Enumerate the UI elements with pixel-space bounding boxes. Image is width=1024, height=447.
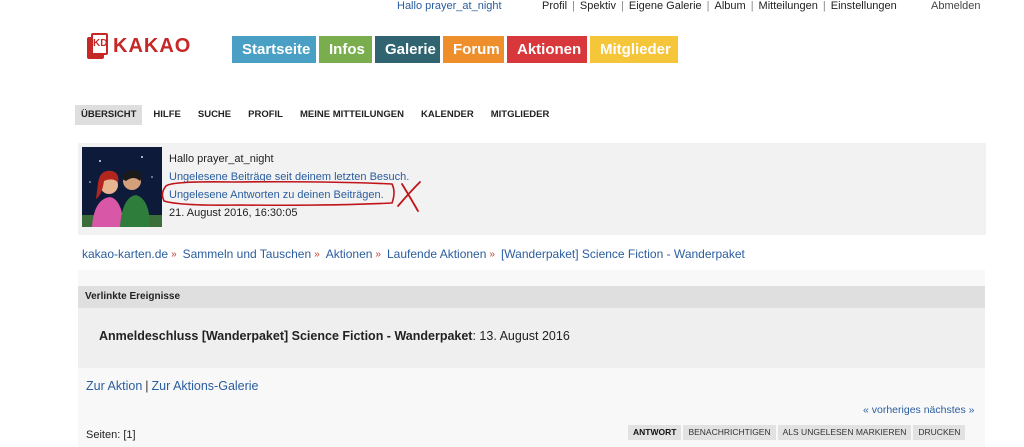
top-link-profil[interactable]: Profil (542, 0, 567, 12)
nav-tab-forum[interactable]: Forum (443, 36, 504, 63)
breadcrumb-arrow-icon: » (314, 249, 320, 260)
breadcrumb: kakao-karten.de » Sammeln und Tauschen »… (82, 247, 745, 262)
logo-text: KAKAO (113, 34, 192, 57)
breadcrumb-arrow-icon: » (171, 249, 177, 260)
separator: | (572, 0, 575, 12)
event-date: : 13. August 2016 (472, 329, 570, 343)
avatar[interactable] (82, 147, 162, 227)
breadcrumb-arrow-icon: » (375, 249, 381, 260)
previous-link[interactable]: « vorheriges (863, 404, 921, 416)
to-gallery-link[interactable]: Zur Aktions-Galerie (152, 379, 259, 393)
subnav-kalender[interactable]: Kalender (415, 105, 480, 125)
separator: | (621, 0, 624, 12)
nav-tab-aktionen[interactable]: Aktionen (507, 36, 587, 63)
next-link[interactable]: nächstes » (924, 404, 975, 416)
site-logo[interactable]: KD KAKAO (87, 33, 191, 59)
forum-sub-nav: Übersicht Hilfe Suche Profil Meine Mitte… (75, 105, 560, 125)
action-links: Zur Aktion | Zur Aktions-Galerie (86, 379, 259, 393)
print-button[interactable]: Drucken (913, 425, 966, 440)
unread-posts-link[interactable]: Ungelesene Beiträge seit deinem letzten … (169, 168, 409, 186)
current-datetime: 21. August 2016, 16:30:05 (169, 207, 298, 219)
topic-pager: « vorheriges nächstes » (863, 404, 975, 416)
user-panel-text: Hallo prayer_at_night Ungelesene Beiträg… (169, 150, 409, 222)
pagination: Seiten: [1] (86, 429, 136, 441)
nav-tab-galerie[interactable]: Galerie (375, 36, 440, 63)
separator: | (822, 0, 826, 12)
unread-replies-link[interactable]: Ungelesene Antworten zu deinen Beiträgen… (169, 186, 409, 204)
user-panel: Hallo prayer_at_night Ungelesene Beiträg… (78, 143, 986, 235)
avatar-illustration (82, 147, 162, 227)
event-title: Anmeldeschluss [Wanderpaket] Science Fic… (99, 329, 473, 343)
separator: | (706, 0, 710, 12)
linked-event-row: Anmeldeschluss [Wanderpaket] Science Fic… (78, 308, 985, 368)
current-page[interactable]: [1] (123, 429, 135, 441)
subnav-hilfe[interactable]: Hilfe (147, 105, 186, 125)
nav-tab-infos[interactable]: Infos (319, 36, 372, 63)
subnav-suche[interactable]: Suche (192, 105, 237, 125)
top-bar: Hallo prayer_at_night Profil | Spektiv |… (0, 0, 1024, 14)
notify-button[interactable]: Benachrichtigen (683, 425, 776, 440)
nav-tab-startseite[interactable]: Startseite (232, 36, 316, 63)
linked-event: Anmeldeschluss [Wanderpaket] Science Fic… (99, 329, 570, 343)
top-link-album[interactable]: Album (715, 0, 746, 12)
breadcrumb-item[interactable]: Aktionen (326, 247, 373, 262)
breadcrumb-item[interactable]: kakao-karten.de (82, 247, 168, 262)
breadcrumb-item[interactable]: Sammeln und Tauschen (183, 247, 312, 262)
top-nav: Profil | Spektiv | Eigene Galerie | Albu… (542, 0, 897, 12)
topic-buttons: Antwort Benachrichtigen Als ungelesen ma… (628, 425, 967, 440)
to-action-link[interactable]: Zur Aktion (86, 379, 142, 393)
top-link-mitteilungen[interactable]: Mitteilungen (759, 0, 818, 12)
top-link-einstellungen[interactable]: Einstellungen (831, 0, 897, 12)
topic-content: Verlinkte Ereignisse Anmeldeschluss [Wan… (78, 270, 985, 447)
breadcrumb-item[interactable]: Laufende Aktionen (387, 247, 486, 262)
logo-mark-icon: KD (87, 33, 108, 59)
breadcrumb-item-current[interactable]: [Wanderpaket] Science Fiction - Wanderpa… (501, 247, 745, 262)
subnav-meine-mitteilungen[interactable]: Meine Mitteilungen (294, 105, 410, 125)
separator: | (750, 0, 754, 12)
subnav-profil[interactable]: Profil (242, 105, 289, 125)
subnav-uebersicht[interactable]: Übersicht (75, 105, 143, 125)
breadcrumb-arrow-icon: » (489, 249, 495, 260)
pages-label: Seiten: (86, 429, 121, 441)
user-greeting: Hallo prayer_at_night (169, 153, 274, 165)
reply-button[interactable]: Antwort (628, 425, 682, 440)
nav-tab-mitglieder[interactable]: Mitglieder (590, 36, 678, 63)
top-greeting[interactable]: Hallo prayer_at_night (397, 0, 502, 12)
linked-events-header: Verlinkte Ereignisse (78, 286, 985, 308)
logout-link[interactable]: Abmelden (931, 0, 981, 12)
subnav-mitglieder[interactable]: Mitglieder (485, 105, 556, 125)
mark-unread-button[interactable]: Als ungelesen markieren (777, 425, 912, 440)
top-link-spektiv[interactable]: Spektiv (580, 0, 616, 12)
top-link-eigene-galerie[interactable]: Eigene Galerie (629, 0, 702, 12)
link-separator: | (145, 379, 149, 393)
main-nav: Startseite Infos Galerie Forum Aktionen … (232, 36, 681, 63)
